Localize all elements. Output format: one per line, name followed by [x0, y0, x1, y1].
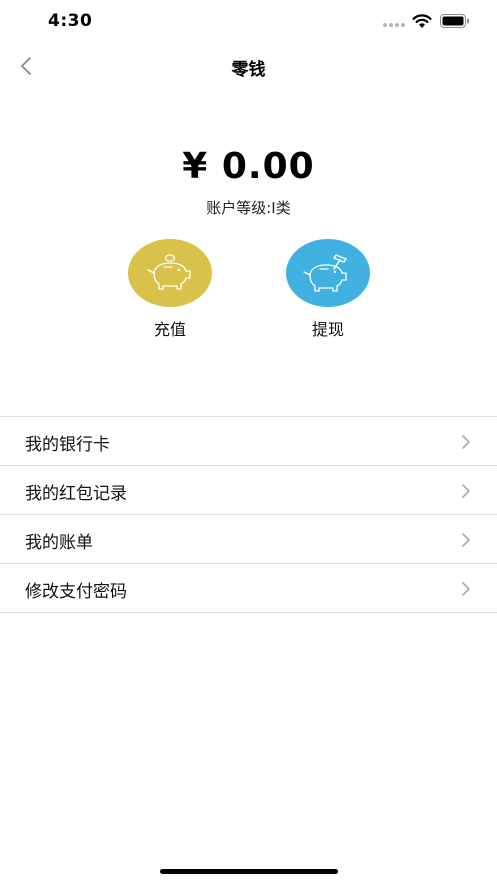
recharge-button[interactable]: 充值	[120, 239, 220, 340]
menu-item-label: 修改支付密码	[25, 582, 127, 602]
withdraw-icon-circle	[286, 239, 370, 307]
chevron-right-icon	[462, 484, 470, 498]
withdraw-button[interactable]: 提现	[278, 239, 378, 340]
cellular-signal-icon	[383, 23, 405, 27]
recharge-label: 充值	[153, 320, 186, 339]
wifi-icon	[412, 14, 432, 28]
battery-icon	[440, 14, 469, 28]
wallet-menu-list: 我的银行卡 我的红包记录 我的账单 修改支付密码	[0, 416, 497, 613]
menu-item-bank-cards[interactable]: 我的银行卡	[0, 417, 497, 466]
menu-item-bills[interactable]: 我的账单	[0, 515, 497, 564]
status-bar: 4:30	[0, 0, 497, 44]
menu-item-label: 我的账单	[25, 533, 93, 553]
withdraw-label: 提现	[311, 320, 344, 339]
recharge-icon-circle	[128, 239, 212, 307]
nav-bar: 零钱	[0, 44, 497, 88]
menu-item-change-payment-password[interactable]: 修改支付密码	[0, 564, 497, 613]
piggy-bank-coin-icon	[147, 254, 191, 290]
menu-item-label: 我的银行卡	[25, 435, 110, 455]
home-indicator[interactable]	[160, 869, 338, 874]
menu-item-label: 我的红包记录	[25, 484, 127, 504]
account-level: 账户等级:I类	[206, 199, 291, 217]
chevron-right-icon	[462, 533, 470, 547]
chevron-right-icon	[462, 582, 470, 596]
menu-item-red-packet-records[interactable]: 我的红包记录	[0, 466, 497, 515]
page-title: 零钱	[231, 60, 266, 80]
status-time: 4:30	[48, 11, 93, 31]
chevron-right-icon	[462, 435, 470, 449]
piggy-bank-hammer-icon	[303, 254, 347, 292]
balance-amount: ¥ 0.00	[182, 146, 315, 187]
